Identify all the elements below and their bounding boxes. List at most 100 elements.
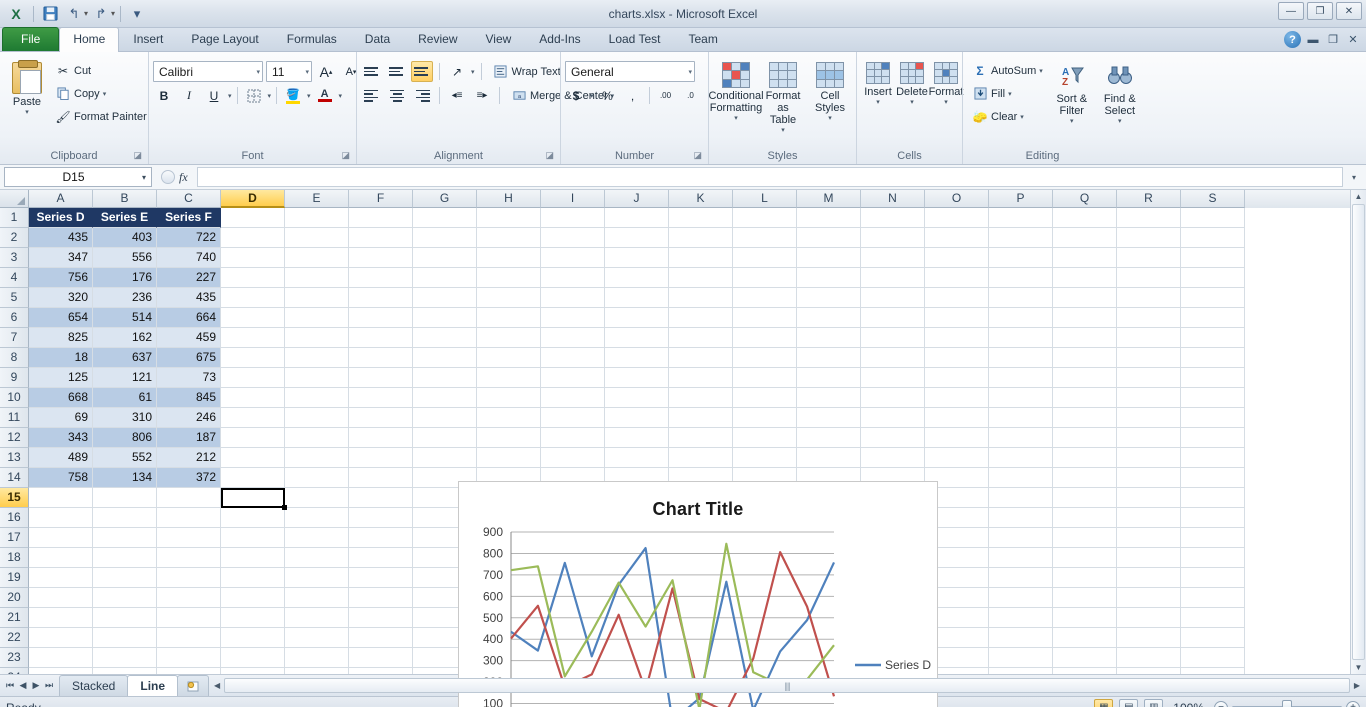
cell-N13[interactable]	[861, 448, 925, 468]
cell-L2[interactable]	[733, 228, 797, 248]
delete-cells-button[interactable]: Delete ▾	[895, 59, 929, 109]
cell-I13[interactable]	[541, 448, 605, 468]
table-row[interactable]: 343806187	[29, 428, 1366, 448]
cell-D7[interactable]	[221, 328, 285, 348]
align-left-button[interactable]	[361, 85, 383, 106]
cell-O3[interactable]	[925, 248, 989, 268]
cell-F2[interactable]	[349, 228, 413, 248]
cell-C24[interactable]	[157, 668, 221, 674]
cell-B16[interactable]	[93, 508, 157, 528]
cell-R8[interactable]	[1117, 348, 1181, 368]
cell-D2[interactable]	[221, 228, 285, 248]
cell-I6[interactable]	[541, 308, 605, 328]
cell-N3[interactable]	[861, 248, 925, 268]
view-page-break-button[interactable]: ▥	[1144, 699, 1163, 707]
fill-handle[interactable]	[282, 505, 287, 510]
cell-E16[interactable]	[285, 508, 349, 528]
vertical-scrollbar[interactable]: ▲ ▼	[1350, 208, 1366, 674]
cell-J13[interactable]	[605, 448, 669, 468]
column-header-h[interactable]: H	[477, 190, 541, 208]
row-header-16[interactable]: 16	[0, 508, 29, 528]
cell-L7[interactable]	[733, 328, 797, 348]
cell-F16[interactable]	[349, 508, 413, 528]
cell-B20[interactable]	[93, 588, 157, 608]
cell-D19[interactable]	[221, 568, 285, 588]
cell-A17[interactable]	[29, 528, 93, 548]
cell-J1[interactable]	[605, 208, 669, 228]
cell-A2[interactable]: 435	[29, 228, 93, 248]
cell-E15[interactable]	[285, 488, 349, 508]
row-header-17[interactable]: 17	[0, 528, 29, 548]
cell-F22[interactable]	[349, 628, 413, 648]
column-header-p[interactable]: P	[989, 190, 1053, 208]
cell-D21[interactable]	[221, 608, 285, 628]
cell-D10[interactable]	[221, 388, 285, 408]
table-row[interactable]: 489552212	[29, 448, 1366, 468]
cell-F15[interactable]	[349, 488, 413, 508]
row-header-column[interactable]: 123456789101112131415161718192021222324	[0, 208, 29, 674]
cell-P18[interactable]	[989, 548, 1053, 568]
cell-S11[interactable]	[1181, 408, 1245, 428]
cell-R9[interactable]	[1117, 368, 1181, 388]
cell-C6[interactable]: 664	[157, 308, 221, 328]
cell-H6[interactable]	[477, 308, 541, 328]
cell-K1[interactable]	[669, 208, 733, 228]
currency-caret-icon[interactable]: ▾	[590, 92, 594, 100]
cell-D1[interactable]	[221, 208, 285, 228]
find-select-caret-icon[interactable]: ▾	[1118, 117, 1122, 125]
sort-filter-button[interactable]: AZ Sort & Filter ▾	[1048, 61, 1096, 128]
help-icon[interactable]: ?	[1284, 31, 1301, 48]
cell-styles-button[interactable]: Cell Styles ▾	[807, 59, 853, 125]
cell-B17[interactable]	[93, 528, 157, 548]
cell-C7[interactable]: 459	[157, 328, 221, 348]
alignment-dialog-launcher[interactable]: ◪	[545, 148, 554, 163]
insert-cells-button[interactable]: Insert ▾	[861, 59, 895, 109]
cell-R6[interactable]	[1117, 308, 1181, 328]
ribbon-close-icon[interactable]: ✕	[1345, 33, 1361, 46]
cell-S2[interactable]	[1181, 228, 1245, 248]
cell-B18[interactable]	[93, 548, 157, 568]
table-row[interactable]: 825162459	[29, 328, 1366, 348]
cell-O11[interactable]	[925, 408, 989, 428]
cell-C23[interactable]	[157, 648, 221, 668]
table-row[interactable]: 347556740	[29, 248, 1366, 268]
cell-R2[interactable]	[1117, 228, 1181, 248]
cell-P3[interactable]	[989, 248, 1053, 268]
cell-C11[interactable]: 246	[157, 408, 221, 428]
cell-Q10[interactable]	[1053, 388, 1117, 408]
cell-H2[interactable]	[477, 228, 541, 248]
undo-caret-icon[interactable]: ▾	[84, 9, 88, 18]
format-cells-button[interactable]: Format ▾	[929, 59, 963, 109]
column-header-l[interactable]: L	[733, 190, 797, 208]
zoom-in-button[interactable]: +	[1346, 701, 1360, 707]
font-dialog-launcher[interactable]: ◪	[341, 148, 350, 163]
undo-icon[interactable]: ↰	[63, 3, 85, 24]
tab-team[interactable]: Team	[674, 27, 731, 51]
fill-button[interactable]: Fill ▾	[967, 83, 1048, 104]
table-row[interactable]: Series DSeries ESeries F	[29, 208, 1366, 228]
cell-Q24[interactable]	[1053, 668, 1117, 674]
cell-B23[interactable]	[93, 648, 157, 668]
cell-F3[interactable]	[349, 248, 413, 268]
cell-S1[interactable]	[1181, 208, 1245, 228]
cell-F11[interactable]	[349, 408, 413, 428]
align-center-button[interactable]	[386, 85, 408, 106]
formula-input[interactable]	[197, 167, 1343, 187]
cell-P11[interactable]	[989, 408, 1053, 428]
cell-M9[interactable]	[797, 368, 861, 388]
chart-object[interactable]: Chart Title 0100200300400500600700800900…	[458, 481, 938, 707]
cell-I9[interactable]	[541, 368, 605, 388]
cell-D11[interactable]	[221, 408, 285, 428]
row-header-19[interactable]: 19	[0, 568, 29, 588]
cell-I8[interactable]	[541, 348, 605, 368]
decrease-decimal-button[interactable]: .0	[680, 85, 702, 106]
cell-A9[interactable]: 125	[29, 368, 93, 388]
cell-R12[interactable]	[1117, 428, 1181, 448]
cell-B19[interactable]	[93, 568, 157, 588]
cell-A21[interactable]	[29, 608, 93, 628]
cell-K11[interactable]	[669, 408, 733, 428]
cell-H13[interactable]	[477, 448, 541, 468]
cell-E10[interactable]	[285, 388, 349, 408]
tab-load-test[interactable]: Load Test	[595, 27, 675, 51]
cell-C19[interactable]	[157, 568, 221, 588]
